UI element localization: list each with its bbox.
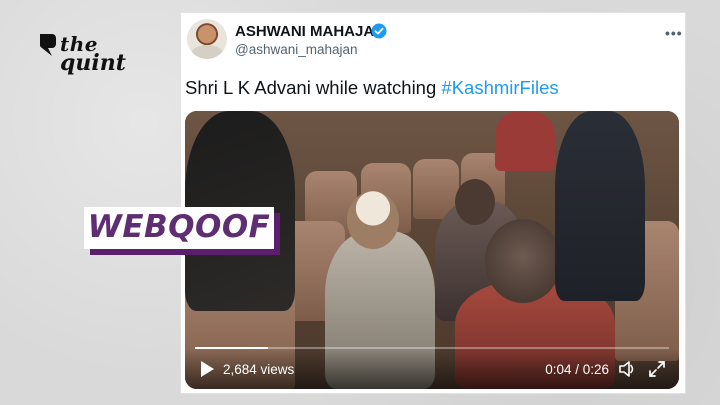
progress-fill: [195, 347, 268, 349]
author-name[interactable]: ASHWANI MAHAJAN: [235, 23, 385, 40]
progress-bar[interactable]: [195, 347, 669, 349]
author-handle[interactable]: @ashwani_mahajan: [235, 42, 358, 57]
view-count: 2,684 views: [223, 362, 295, 377]
hashtag-link[interactable]: #KashmirFiles: [441, 77, 558, 98]
head-center: [455, 179, 495, 225]
person-background: [495, 111, 555, 171]
verified-badge-icon: [371, 23, 387, 39]
quote-bubble-icon: [39, 34, 56, 56]
brand-line-quint: quint: [60, 50, 126, 76]
tweet-text: Shri L K Advani while watching #KashmirF…: [185, 77, 559, 99]
avatar-shirt: [191, 45, 223, 59]
head-white-cap: [347, 191, 399, 249]
the-quint-logo: the quint: [38, 30, 128, 80]
avatar[interactable]: [187, 19, 227, 59]
play-icon[interactable]: [199, 360, 215, 378]
person-right: [555, 111, 645, 301]
fullscreen-icon[interactable]: [647, 359, 667, 379]
tweet-text-prefix: Shri L K Advani while watching: [185, 77, 442, 98]
more-horizontal-icon[interactable]: •••: [665, 25, 683, 41]
badge-panel: WEBQOOF: [84, 207, 274, 249]
head-foreground: [485, 219, 561, 303]
volume-icon[interactable]: [617, 359, 637, 379]
badge-label: WEBQOOF: [87, 209, 271, 245]
playback-time: 0:04 / 0:26: [545, 362, 609, 377]
tweet-card: ASHWANI MAHAJAN @ashwani_mahajan ••• Shr…: [180, 12, 686, 394]
